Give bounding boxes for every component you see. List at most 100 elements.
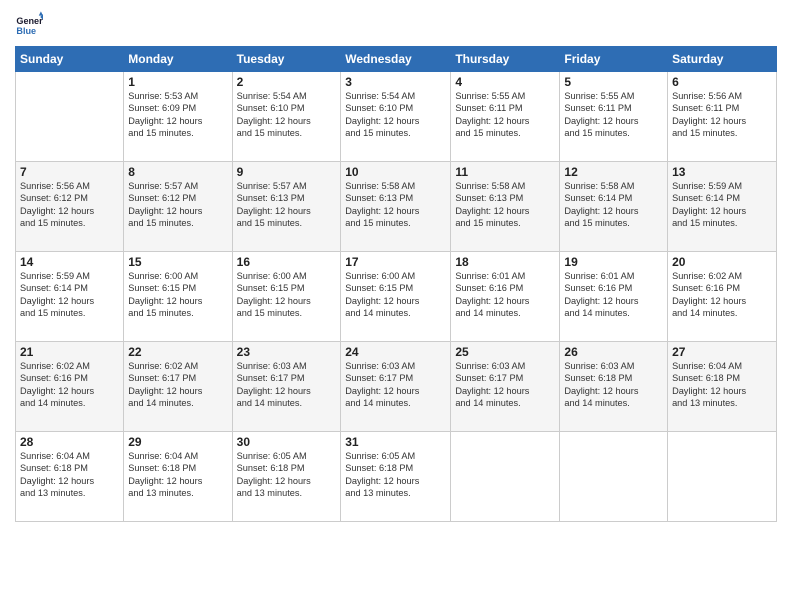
calendar-cell: 3Sunrise: 5:54 AM Sunset: 6:10 PM Daylig… [341,72,451,162]
day-info: Sunrise: 6:00 AM Sunset: 6:15 PM Dayligh… [345,270,446,320]
day-number: 16 [237,255,337,269]
calendar-cell [560,432,668,522]
calendar-cell: 31Sunrise: 6:05 AM Sunset: 6:18 PM Dayli… [341,432,451,522]
calendar-cell: 1Sunrise: 5:53 AM Sunset: 6:09 PM Daylig… [124,72,232,162]
calendar-cell: 20Sunrise: 6:02 AM Sunset: 6:16 PM Dayli… [668,252,777,342]
weekday-header-monday: Monday [124,47,232,72]
day-number: 7 [20,165,119,179]
calendar-cell [16,72,124,162]
calendar-week-row: 21Sunrise: 6:02 AM Sunset: 6:16 PM Dayli… [16,342,777,432]
calendar-cell: 2Sunrise: 5:54 AM Sunset: 6:10 PM Daylig… [232,72,341,162]
day-number: 29 [128,435,227,449]
day-number: 26 [564,345,663,359]
calendar-cell: 5Sunrise: 5:55 AM Sunset: 6:11 PM Daylig… [560,72,668,162]
calendar-cell [668,432,777,522]
day-number: 8 [128,165,227,179]
day-number: 22 [128,345,227,359]
day-number: 13 [672,165,772,179]
day-number: 9 [237,165,337,179]
day-info: Sunrise: 5:54 AM Sunset: 6:10 PM Dayligh… [345,90,446,140]
day-number: 4 [455,75,555,89]
calendar-week-row: 1Sunrise: 5:53 AM Sunset: 6:09 PM Daylig… [16,72,777,162]
day-info: Sunrise: 6:04 AM Sunset: 6:18 PM Dayligh… [128,450,227,500]
day-number: 21 [20,345,119,359]
day-number: 15 [128,255,227,269]
calendar-table: SundayMondayTuesdayWednesdayThursdayFrid… [15,46,777,522]
calendar-cell: 23Sunrise: 6:03 AM Sunset: 6:17 PM Dayli… [232,342,341,432]
day-number: 19 [564,255,663,269]
calendar-cell: 10Sunrise: 5:58 AM Sunset: 6:13 PM Dayli… [341,162,451,252]
calendar-cell: 28Sunrise: 6:04 AM Sunset: 6:18 PM Dayli… [16,432,124,522]
day-number: 3 [345,75,446,89]
day-info: Sunrise: 6:03 AM Sunset: 6:17 PM Dayligh… [237,360,337,410]
calendar-cell: 22Sunrise: 6:02 AM Sunset: 6:17 PM Dayli… [124,342,232,432]
calendar-cell: 13Sunrise: 5:59 AM Sunset: 6:14 PM Dayli… [668,162,777,252]
day-number: 2 [237,75,337,89]
day-info: Sunrise: 5:59 AM Sunset: 6:14 PM Dayligh… [672,180,772,230]
day-info: Sunrise: 5:59 AM Sunset: 6:14 PM Dayligh… [20,270,119,320]
day-info: Sunrise: 5:54 AM Sunset: 6:10 PM Dayligh… [237,90,337,140]
calendar-cell: 14Sunrise: 5:59 AM Sunset: 6:14 PM Dayli… [16,252,124,342]
day-info: Sunrise: 6:05 AM Sunset: 6:18 PM Dayligh… [345,450,446,500]
weekday-header-saturday: Saturday [668,47,777,72]
calendar-cell: 24Sunrise: 6:03 AM Sunset: 6:17 PM Dayli… [341,342,451,432]
day-info: Sunrise: 5:56 AM Sunset: 6:11 PM Dayligh… [672,90,772,140]
calendar-cell: 19Sunrise: 6:01 AM Sunset: 6:16 PM Dayli… [560,252,668,342]
day-number: 23 [237,345,337,359]
calendar-cell: 9Sunrise: 5:57 AM Sunset: 6:13 PM Daylig… [232,162,341,252]
day-number: 17 [345,255,446,269]
calendar-cell [451,432,560,522]
day-info: Sunrise: 5:55 AM Sunset: 6:11 PM Dayligh… [564,90,663,140]
day-info: Sunrise: 6:00 AM Sunset: 6:15 PM Dayligh… [237,270,337,320]
calendar-cell: 17Sunrise: 6:00 AM Sunset: 6:15 PM Dayli… [341,252,451,342]
weekday-header-sunday: Sunday [16,47,124,72]
weekday-header-tuesday: Tuesday [232,47,341,72]
day-number: 20 [672,255,772,269]
day-number: 25 [455,345,555,359]
calendar-cell: 15Sunrise: 6:00 AM Sunset: 6:15 PM Dayli… [124,252,232,342]
page-header: General Blue [15,10,777,38]
calendar-cell: 16Sunrise: 6:00 AM Sunset: 6:15 PM Dayli… [232,252,341,342]
calendar-cell: 27Sunrise: 6:04 AM Sunset: 6:18 PM Dayli… [668,342,777,432]
day-info: Sunrise: 6:03 AM Sunset: 6:18 PM Dayligh… [564,360,663,410]
day-number: 5 [564,75,663,89]
day-info: Sunrise: 6:02 AM Sunset: 6:17 PM Dayligh… [128,360,227,410]
weekday-header-row: SundayMondayTuesdayWednesdayThursdayFrid… [16,47,777,72]
day-info: Sunrise: 5:55 AM Sunset: 6:11 PM Dayligh… [455,90,555,140]
day-number: 30 [237,435,337,449]
calendar-cell: 4Sunrise: 5:55 AM Sunset: 6:11 PM Daylig… [451,72,560,162]
day-info: Sunrise: 5:58 AM Sunset: 6:13 PM Dayligh… [455,180,555,230]
day-info: Sunrise: 6:01 AM Sunset: 6:16 PM Dayligh… [455,270,555,320]
calendar-cell: 8Sunrise: 5:57 AM Sunset: 6:12 PM Daylig… [124,162,232,252]
day-info: Sunrise: 6:02 AM Sunset: 6:16 PM Dayligh… [20,360,119,410]
svg-text:Blue: Blue [16,26,36,36]
day-info: Sunrise: 6:04 AM Sunset: 6:18 PM Dayligh… [20,450,119,500]
day-number: 14 [20,255,119,269]
day-number: 18 [455,255,555,269]
day-info: Sunrise: 5:56 AM Sunset: 6:12 PM Dayligh… [20,180,119,230]
day-number: 24 [345,345,446,359]
calendar-cell: 25Sunrise: 6:03 AM Sunset: 6:17 PM Dayli… [451,342,560,432]
day-number: 1 [128,75,227,89]
day-number: 10 [345,165,446,179]
day-info: Sunrise: 6:05 AM Sunset: 6:18 PM Dayligh… [237,450,337,500]
day-number: 6 [672,75,772,89]
day-info: Sunrise: 6:03 AM Sunset: 6:17 PM Dayligh… [455,360,555,410]
day-info: Sunrise: 6:04 AM Sunset: 6:18 PM Dayligh… [672,360,772,410]
day-number: 31 [345,435,446,449]
calendar-cell: 30Sunrise: 6:05 AM Sunset: 6:18 PM Dayli… [232,432,341,522]
calendar-cell: 6Sunrise: 5:56 AM Sunset: 6:11 PM Daylig… [668,72,777,162]
svg-text:General: General [16,16,43,26]
day-info: Sunrise: 5:58 AM Sunset: 6:14 PM Dayligh… [564,180,663,230]
calendar-cell: 11Sunrise: 5:58 AM Sunset: 6:13 PM Dayli… [451,162,560,252]
calendar-cell: 26Sunrise: 6:03 AM Sunset: 6:18 PM Dayli… [560,342,668,432]
logo-icon: General Blue [15,10,43,38]
calendar-cell: 21Sunrise: 6:02 AM Sunset: 6:16 PM Dayli… [16,342,124,432]
calendar-week-row: 14Sunrise: 5:59 AM Sunset: 6:14 PM Dayli… [16,252,777,342]
day-info: Sunrise: 6:02 AM Sunset: 6:16 PM Dayligh… [672,270,772,320]
calendar-cell: 12Sunrise: 5:58 AM Sunset: 6:14 PM Dayli… [560,162,668,252]
weekday-header-wednesday: Wednesday [341,47,451,72]
calendar-cell: 7Sunrise: 5:56 AM Sunset: 6:12 PM Daylig… [16,162,124,252]
calendar-week-row: 7Sunrise: 5:56 AM Sunset: 6:12 PM Daylig… [16,162,777,252]
logo: General Blue [15,10,47,38]
